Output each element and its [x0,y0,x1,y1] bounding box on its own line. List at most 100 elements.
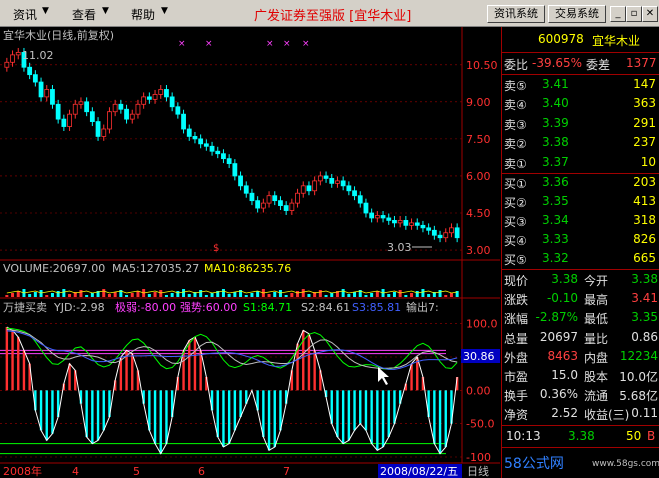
volume-bar [296,291,300,297]
minimize-icon[interactable]: _ [610,6,626,22]
candle-body [221,153,226,160]
candle-body [38,81,44,98]
candle-body [340,180,346,187]
candle-body [169,96,175,108]
candle-body [323,175,329,179]
stock-code: 600978 [538,32,584,46]
candle-body [10,54,15,63]
x-label-1: 4 [72,465,79,478]
x-label-0: 2008年 [3,464,42,478]
level-volume: 665 [633,251,656,265]
watermark-url: www.58gs.com [592,459,659,469]
candle-body [44,89,50,98]
tick-price: 3.38 [568,429,595,443]
candle-body [72,103,78,115]
candle-body [232,163,238,177]
restore-icon[interactable]: ▫ [626,6,642,22]
level-label: 买⑤ [504,253,527,267]
sell-level-row: 卖② 3.38 237 [502,134,659,152]
volume-bar [182,289,186,297]
order-ratio-row: 委比 -39.65% 委差 1377 [504,56,657,72]
volume-bar [68,294,72,297]
tick-volume: 50 [626,429,642,443]
indicator-s1: S1:84.71 [243,301,292,314]
stat-label: 总量 [504,331,529,346]
stat-value: 12234 [619,348,658,363]
volume-bar [250,293,254,297]
candle-body [4,61,10,68]
candle-body [306,185,312,192]
candle-body [363,202,369,214]
candle-body [135,103,141,115]
stat-label: 股本 [584,370,609,384]
buy-level-row: 买④ 3.33 826 [502,231,659,249]
volume-bar [11,293,15,297]
dropdown-icon: ▼ [102,6,109,16]
stat-label: 流通 [584,389,609,404]
volume-bar [62,289,66,297]
candle-body [260,202,266,209]
candle-body [283,205,289,211]
stat-row: 外盘 8463 内盘 12234 [502,348,659,366]
candle-body [89,111,95,122]
tick-time: 10:13 [506,429,541,443]
indicator-strong: 强势:60.00 [180,301,237,314]
volume-bar [90,293,94,297]
volume-bar [330,293,334,297]
volume-bar [370,293,374,297]
stat-row: 净资 2.52 收益(三) 0.11 [502,405,659,423]
tab-daily[interactable]: 日线 [467,464,489,478]
indicator-weak: 极弱:-80.00 [115,300,176,314]
candle-body [374,215,380,219]
candle-body [386,217,392,221]
menu-item-view[interactable]: 查看 [72,6,96,23]
stat-label: 最低 [584,312,609,327]
level-label: 买② [504,196,527,210]
volume-title: VOLUME:20697.00 [3,262,105,275]
volume-bar [449,293,453,297]
stat-row: 涨幅 -2.87% 最低 3.35 [502,309,659,327]
candle-body [192,136,198,140]
sell-level-row: 卖③ 3.39 291 [502,115,659,133]
candle-body [272,195,278,202]
volume-bar [125,295,129,297]
volume-bar [273,292,277,297]
indicator-tick-label: 100.0 [466,318,498,331]
volume-bar [153,292,157,297]
volume-bar [256,291,260,297]
level-price: 3.40 [542,96,569,111]
candle-body [112,103,118,113]
candle-body [295,192,300,204]
candle-body [317,175,323,182]
stat-value: -2.87% [535,310,578,325]
indicator-tick-label: -100 [466,451,491,464]
price-tick-label: 4.50 [466,207,491,220]
volume-bar [307,294,311,297]
stat-value: 15.0 [551,368,578,382]
dropdown-icon: ▼ [42,6,49,16]
volume-bar [79,290,83,297]
event-marker-icon: × [283,39,291,49]
close-icon[interactable]: ✕ [642,6,658,22]
volume-bar [444,295,448,297]
price-tick-label: 3.00 [466,244,491,257]
candle-body [409,222,414,226]
stat-label: 市盈 [504,370,529,384]
trade-system-button[interactable]: 交易系统 [548,5,606,23]
candle-body [255,200,261,209]
info-system-button[interactable]: 资讯系统 [487,5,545,23]
watermark-logo: 58公式网 [504,456,564,472]
volume-bar [375,291,379,297]
stat-label: 收益(三) [584,408,630,423]
level-label: 卖② [504,137,527,152]
candle-body [61,118,67,127]
buy-level-row: 买① 3.36 203 [502,174,659,192]
candle-body [55,103,61,120]
stat-label: 涨跌 [504,293,529,308]
menu-item-info[interactable]: 资讯 [13,6,37,23]
stat-label: 现价 [504,274,529,288]
menu-item-help[interactable]: 帮助 [131,6,155,23]
stock-name: 宜华木业 [592,34,641,48]
chart-area[interactable]: 10.50 9.00 7.50 6.00 4.50 3.00 × × × × × 100.0 5 0.… [0,27,500,478]
candle-body [67,113,72,127]
